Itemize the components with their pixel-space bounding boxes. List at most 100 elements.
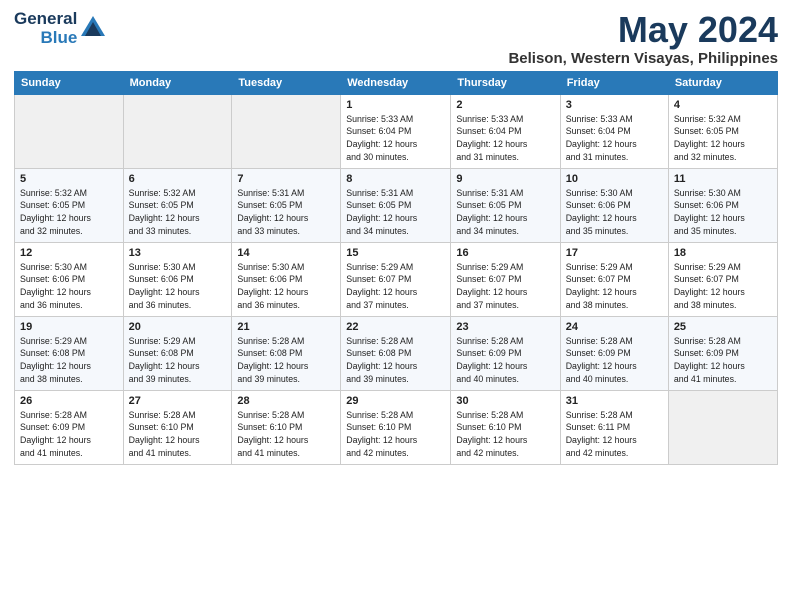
day-info: Sunrise: 5:30 AMSunset: 6:06 PMDaylight:… — [20, 261, 118, 312]
table-row: 7 Sunrise: 5:31 AMSunset: 6:05 PMDaylight… — [232, 168, 341, 242]
col-friday: Friday — [560, 71, 668, 94]
table-row: 12 Sunrise: 5:30 AMSunset: 6:06 PMDayligh… — [15, 242, 124, 316]
calendar-week-row: 19Sunrise: 5:29 AMSunset: 6:08 PMDayligh… — [15, 316, 778, 390]
table-row: 9 Sunrise: 5:31 AMSunset: 6:05 PMDaylight… — [451, 168, 560, 242]
day-number: 4 — [674, 99, 772, 111]
table-row: 8 Sunrise: 5:31 AMSunset: 6:05 PMDaylight… — [341, 168, 451, 242]
day-info: Sunrise: 5:28 AMSunset: 6:09 PMDaylight:… — [456, 335, 554, 386]
col-wednesday: Wednesday — [341, 71, 451, 94]
day-info: Sunrise: 5:29 AMSunset: 6:07 PMDaylight:… — [566, 261, 663, 312]
logo-icon — [79, 14, 107, 42]
header: General Blue May 2024 Belison, Western V… — [14, 10, 778, 67]
day-number: 18 — [674, 247, 772, 259]
day-info: Sunrise: 5:29 AMSunset: 6:08 PMDaylight:… — [20, 335, 118, 386]
day-number: 11 — [674, 173, 772, 185]
table-row: 23 Sunrise: 5:28 AMSunset: 6:09 PMDayligh… — [451, 316, 560, 390]
day-info: Sunrise: 5:28 AMSunset: 6:10 PMDaylight:… — [346, 409, 445, 460]
day-info: Sunrise: 5:30 AMSunset: 6:06 PMDaylight:… — [566, 187, 663, 238]
col-thursday: Thursday — [451, 71, 560, 94]
day-number: 23 — [456, 321, 554, 333]
day-info: Sunrise: 5:28 AMSunset: 6:10 PMDaylight:… — [237, 409, 335, 460]
day-info: Sunrise: 5:31 AMSunset: 6:05 PMDaylight:… — [456, 187, 554, 238]
page: General Blue May 2024 Belison, Western V… — [0, 0, 792, 612]
day-number: 21 — [237, 321, 335, 333]
table-row: 14Sunrise: 5:30 AMSunset: 6:06 PMDayligh… — [232, 242, 341, 316]
calendar-week-row: 12 Sunrise: 5:30 AMSunset: 6:06 PMDayligh… — [15, 242, 778, 316]
day-number: 2 — [456, 99, 554, 111]
day-info: Sunrise: 5:29 AMSunset: 6:07 PMDaylight:… — [674, 261, 772, 312]
day-number: 31 — [566, 395, 663, 407]
table-row: 1Sunrise: 5:33 AMSunset: 6:04 PMDaylight… — [341, 94, 451, 168]
day-info: Sunrise: 5:29 AMSunset: 6:07 PMDaylight:… — [346, 261, 445, 312]
day-info: Sunrise: 5:31 AMSunset: 6:05 PMDaylight:… — [237, 187, 335, 238]
table-row: 24Sunrise: 5:28 AMSunset: 6:09 PMDayligh… — [560, 316, 668, 390]
table-row: 11 Sunrise: 5:30 AMSunset: 6:06 PMDayligh… — [668, 168, 777, 242]
table-row: 13 Sunrise: 5:30 AMSunset: 6:06 PMDayligh… — [123, 242, 232, 316]
table-row: 15 Sunrise: 5:29 AMSunset: 6:07 PMDayligh… — [341, 242, 451, 316]
day-number: 7 — [237, 173, 335, 185]
day-number: 10 — [566, 173, 663, 185]
table-row — [123, 94, 232, 168]
day-info: Sunrise: 5:28 AMSunset: 6:10 PMDaylight:… — [456, 409, 554, 460]
col-tuesday: Tuesday — [232, 71, 341, 94]
title-section: May 2024 Belison, Western Visayas, Phili… — [508, 10, 778, 67]
table-row — [668, 390, 777, 464]
calendar-week-row: 1 Sunrise: 5:33 AMSunset: 6:04 PMDaylight… — [15, 94, 778, 168]
table-row: 30Sunrise: 5:28 AMSunset: 6:10 PMDayligh… — [451, 390, 560, 464]
day-info: Sunrise: 5:28 AMSunset: 6:08 PMDaylight:… — [237, 335, 335, 386]
day-info: Sunrise: 5:28 AMSunset: 6:10 PMDaylight:… — [129, 409, 227, 460]
day-info: Sunrise: 5:29 AMSunset: 6:08 PMDaylight:… — [129, 335, 227, 386]
day-info: Sunrise: 5:30 AMSunset: 6:06 PMDaylight:… — [237, 261, 335, 312]
table-row: 5 Sunrise: 5:32 AMSunset: 6:05 PMDaylight… — [15, 168, 124, 242]
day-number: 20 — [129, 321, 227, 333]
day-number: 13 — [129, 247, 227, 259]
table-row: 21 Sunrise: 5:28 AMSunset: 6:08 PMDayligh… — [232, 316, 341, 390]
col-saturday: Saturday — [668, 71, 777, 94]
table-row: 29 Sunrise: 5:28 AMSunset: 6:10 PMDayligh… — [341, 390, 451, 464]
day-info: Sunrise: 5:28 AMSunset: 6:09 PMDaylight:… — [20, 409, 118, 460]
day-info: Sunrise: 5:32 AMSunset: 6:05 PMDaylight:… — [674, 113, 772, 164]
day-info: Sunrise: 5:30 AMSunset: 6:06 PMDaylight:… — [674, 187, 772, 238]
table-row: 17 Sunrise: 5:29 AMSunset: 6:07 PMDayligh… — [560, 242, 668, 316]
calendar-week-row: 5 Sunrise: 5:32 AMSunset: 6:05 PMDaylight… — [15, 168, 778, 242]
day-number: 16 — [456, 247, 554, 259]
day-number: 27 — [129, 395, 227, 407]
table-row: 25Sunrise: 5:28 AMSunset: 6:09 PMDayligh… — [668, 316, 777, 390]
col-sunday: Sunday — [15, 71, 124, 94]
table-row: 20 Sunrise: 5:29 AMSunset: 6:08 PMDayligh… — [123, 316, 232, 390]
table-row: 26Sunrise: 5:28 AMSunset: 6:09 PMDayligh… — [15, 390, 124, 464]
day-number: 28 — [237, 395, 335, 407]
table-row: 4 Sunrise: 5:32 AMSunset: 6:05 PMDaylight… — [668, 94, 777, 168]
day-number: 29 — [346, 395, 445, 407]
table-row: 31 Sunrise: 5:28 AMSunset: 6:11 PMDayligh… — [560, 390, 668, 464]
calendar-header-row: Sunday Monday Tuesday Wednesday Thursday… — [15, 71, 778, 94]
month-title: May 2024 — [508, 10, 778, 50]
day-number: 6 — [129, 173, 227, 185]
day-info: Sunrise: 5:32 AMSunset: 6:05 PMDaylight:… — [20, 187, 118, 238]
table-row: 10 Sunrise: 5:30 AMSunset: 6:06 PMDayligh… — [560, 168, 668, 242]
day-number: 12 — [20, 247, 118, 259]
table-row: 2Sunrise: 5:33 AMSunset: 6:04 PMDaylight… — [451, 94, 560, 168]
day-info: Sunrise: 5:30 AMSunset: 6:06 PMDaylight:… — [129, 261, 227, 312]
day-info: Sunrise: 5:28 AMSunset: 6:09 PMDaylight:… — [674, 335, 772, 386]
day-number: 1 — [346, 99, 445, 111]
logo-general: General — [14, 10, 77, 29]
day-info: Sunrise: 5:33 AMSunset: 6:04 PMDaylight:… — [566, 113, 663, 164]
table-row: 6 Sunrise: 5:32 AMSunset: 6:05 PMDaylight… — [123, 168, 232, 242]
table-row: 3Sunrise: 5:33 AMSunset: 6:04 PMDaylight… — [560, 94, 668, 168]
table-row: 19Sunrise: 5:29 AMSunset: 6:08 PMDayligh… — [15, 316, 124, 390]
table-row: 22 Sunrise: 5:28 AMSunset: 6:08 PMDayligh… — [341, 316, 451, 390]
day-info: Sunrise: 5:31 AMSunset: 6:05 PMDaylight:… — [346, 187, 445, 238]
day-info: Sunrise: 5:32 AMSunset: 6:05 PMDaylight:… — [129, 187, 227, 238]
day-number: 5 — [20, 173, 118, 185]
table-row — [15, 94, 124, 168]
day-number: 24 — [566, 321, 663, 333]
table-row — [232, 94, 341, 168]
day-number: 15 — [346, 247, 445, 259]
day-number: 22 — [346, 321, 445, 333]
day-info: Sunrise: 5:28 AMSunset: 6:11 PMDaylight:… — [566, 409, 663, 460]
day-info: Sunrise: 5:28 AMSunset: 6:08 PMDaylight:… — [346, 335, 445, 386]
day-number: 9 — [456, 173, 554, 185]
day-number: 17 — [566, 247, 663, 259]
day-number: 8 — [346, 173, 445, 185]
